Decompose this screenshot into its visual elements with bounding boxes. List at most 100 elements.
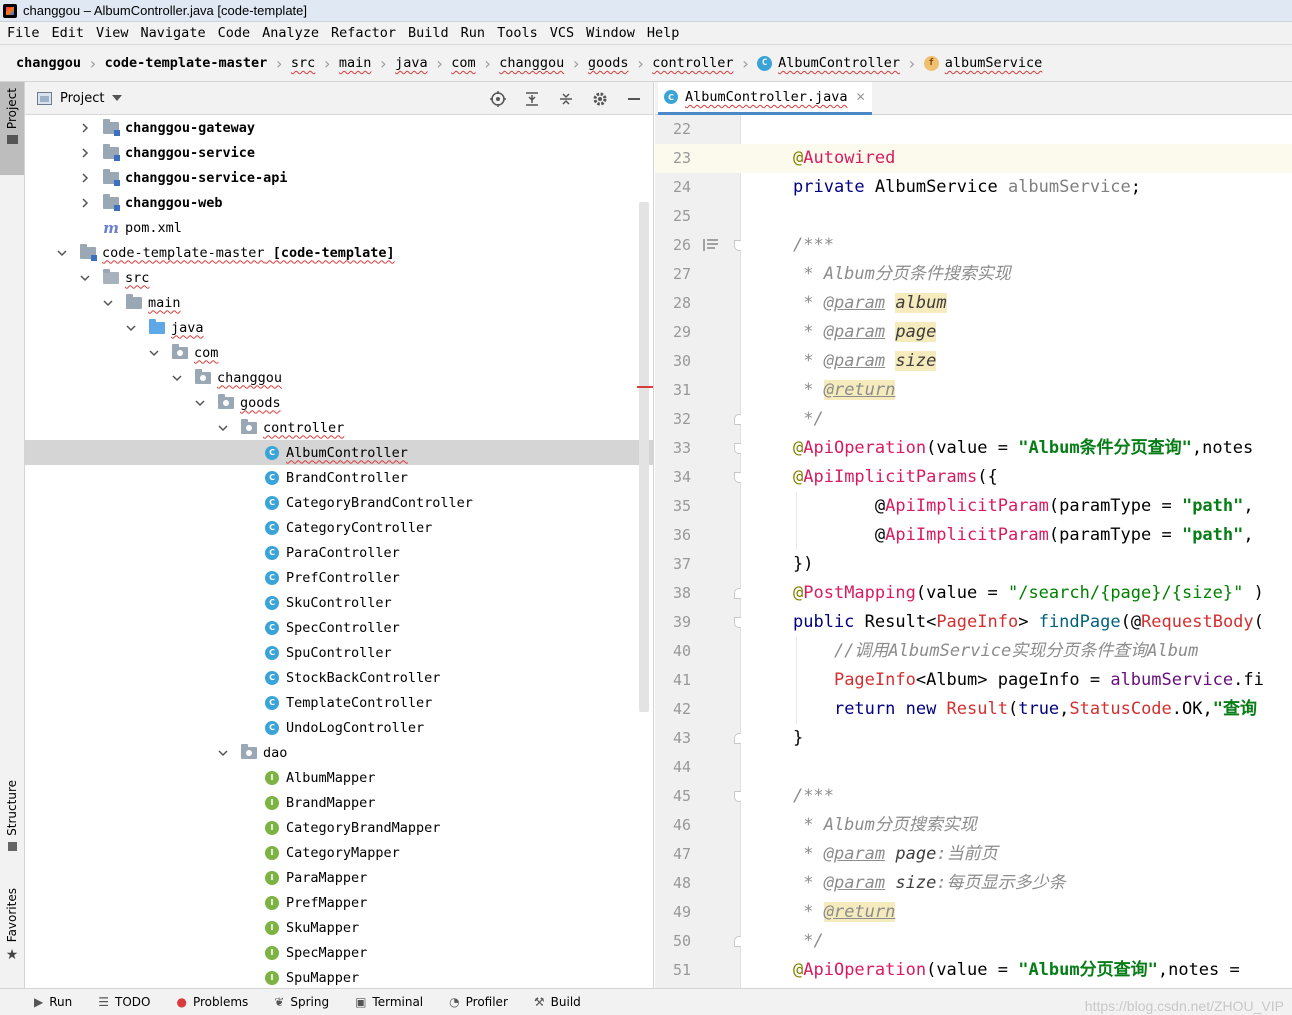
- favorites-tool-tab[interactable]: Favorites ★: [0, 882, 24, 982]
- menu-item-refactor[interactable]: Refactor: [326, 25, 401, 41]
- tool-window-terminal[interactable]: ▣ Terminal: [355, 995, 423, 1009]
- tree-item-skumapper[interactable]: I SkuMapper: [25, 915, 653, 940]
- gear-icon[interactable]: [589, 88, 611, 110]
- tree-item-categorycontroller[interactable]: C CategoryController: [25, 515, 653, 540]
- chevron-down-icon[interactable]: [148, 347, 160, 359]
- menu-item-edit[interactable]: Edit: [47, 25, 90, 41]
- chevron-down-icon[interactable]: [56, 247, 68, 259]
- breadcrumb-item-9[interactable]: C AlbumController ›: [751, 54, 918, 73]
- breadcrumb-item-10[interactable]: f albumService: [918, 55, 1049, 71]
- chevron-down-icon[interactable]: [102, 297, 114, 309]
- tree-item-changgou[interactable]: changgou: [25, 365, 653, 390]
- menu-item-run[interactable]: Run: [456, 25, 490, 41]
- menu-item-code[interactable]: Code: [213, 25, 256, 41]
- menu-item-file[interactable]: File: [2, 25, 45, 41]
- tree-item-goods[interactable]: goods: [25, 390, 653, 415]
- tree-item-specmapper[interactable]: I SpecMapper: [25, 940, 653, 965]
- breadcrumb-item-4[interactable]: java ›: [389, 54, 445, 73]
- editor-tab-albumcontroller[interactable]: C AlbumController.java ✕: [658, 82, 872, 115]
- menu-item-tools[interactable]: Tools: [492, 25, 543, 41]
- code-area[interactable]: @Autowired private AlbumService albumServ…: [741, 115, 1292, 988]
- expand-all-icon[interactable]: [521, 88, 543, 110]
- tree-item-spucontroller[interactable]: C SpuController: [25, 640, 653, 665]
- structure-tool-tab[interactable]: Structure: [0, 774, 24, 869]
- tree-item-templatecontroller[interactable]: C TemplateController: [25, 690, 653, 715]
- chevron-right-icon[interactable]: [79, 197, 91, 209]
- tree-item-brandcontroller[interactable]: C BrandController: [25, 465, 653, 490]
- tree-item-changgou-service[interactable]: changgou-service: [25, 140, 653, 165]
- tool-window-spring[interactable]: ❦ Spring: [274, 995, 329, 1009]
- tool-window-label: Build: [550, 995, 581, 1009]
- chevron-down-icon[interactable]: [171, 372, 183, 384]
- breadcrumb-item-1[interactable]: code-template-master ›: [99, 54, 285, 73]
- tree-item-paramapper[interactable]: I ParaMapper: [25, 865, 653, 890]
- tree-item-java[interactable]: java: [25, 315, 653, 340]
- tree-item-prefcontroller[interactable]: C PrefController: [25, 565, 653, 590]
- collapse-all-icon[interactable]: [555, 88, 577, 110]
- tool-window-build[interactable]: ⚒ Build: [534, 995, 581, 1009]
- chevron-down-icon[interactable]: [217, 422, 229, 434]
- tree-item-categorymapper[interactable]: I CategoryMapper: [25, 840, 653, 865]
- menu-item-help[interactable]: Help: [642, 25, 685, 41]
- tree-item-com[interactable]: com: [25, 340, 653, 365]
- chevron-right-icon[interactable]: [79, 122, 91, 134]
- minimize-icon[interactable]: [623, 88, 645, 110]
- tree-item-albumcontroller[interactable]: C AlbumController: [25, 440, 653, 465]
- breadcrumb-item-6[interactable]: changgou ›: [493, 54, 582, 73]
- tree-item-code-template-master[interactable]: code-template-master [code-template]: [25, 240, 653, 265]
- close-tab-icon[interactable]: ✕: [856, 90, 866, 104]
- project-view-selector[interactable]: Project: [60, 91, 104, 106]
- tree-item-changgou-web[interactable]: changgou-web: [25, 190, 653, 215]
- chevron-down-icon[interactable]: [79, 272, 91, 284]
- chevron-down-icon[interactable]: [217, 747, 229, 759]
- tool-window-profiler[interactable]: ◔ Profiler: [449, 995, 508, 1009]
- menu-item-analyze[interactable]: Analyze: [257, 25, 324, 41]
- breadcrumb-item-2[interactable]: src ›: [285, 54, 333, 73]
- tree-item-categorybrandcontroller[interactable]: C CategoryBrandController: [25, 490, 653, 515]
- tree-item-categorybrandmapper[interactable]: I CategoryBrandMapper: [25, 815, 653, 840]
- class-icon: C: [265, 620, 279, 635]
- tree-item-stockbackcontroller[interactable]: C StockBackController: [25, 665, 653, 690]
- interface-icon: I: [265, 820, 279, 835]
- tree-item-paracontroller[interactable]: C ParaController: [25, 540, 653, 565]
- breadcrumb-item-3[interactable]: main ›: [333, 54, 389, 73]
- tree-item-controller[interactable]: controller: [25, 415, 653, 440]
- locate-icon[interactable]: [487, 88, 509, 110]
- tree-item-prefmapper[interactable]: I PrefMapper: [25, 890, 653, 915]
- chevron-down-icon[interactable]: [125, 322, 137, 334]
- tree-item-dao[interactable]: dao: [25, 740, 653, 765]
- chevron-right-icon[interactable]: [79, 172, 91, 184]
- chevron-right-icon: ›: [434, 53, 445, 73]
- tool-window-todo[interactable]: ☰ TODO: [98, 995, 150, 1009]
- tree-item-skucontroller[interactable]: C SkuController: [25, 590, 653, 615]
- tree-item-changgou-service-api[interactable]: changgou-service-api: [25, 165, 653, 190]
- project-tool-tab[interactable]: Project: [0, 82, 24, 175]
- tree-item-src[interactable]: src: [25, 265, 653, 290]
- rendered-doc-icon[interactable]: [703, 238, 719, 256]
- breadcrumb-item-7[interactable]: goods ›: [582, 54, 646, 73]
- breadcrumb-item-0[interactable]: changgou ›: [10, 54, 99, 73]
- project-tree-scrollbar[interactable]: [639, 202, 649, 712]
- tree-item-speccontroller[interactable]: C SpecController: [25, 615, 653, 640]
- chevron-right-icon[interactable]: [79, 147, 91, 159]
- tree-item-pom.xml[interactable]: m pom.xml: [25, 215, 653, 240]
- tree-item-changgou-gateway[interactable]: changgou-gateway: [25, 115, 653, 140]
- menu-item-navigate[interactable]: Navigate: [136, 25, 211, 41]
- menu-item-vcs[interactable]: VCS: [545, 25, 579, 41]
- breadcrumb-item-5[interactable]: com ›: [445, 54, 493, 73]
- tool-window-run[interactable]: ▶ Run: [34, 995, 72, 1009]
- menu-item-view[interactable]: View: [91, 25, 134, 41]
- tree-item-spumapper[interactable]: I SpuMapper: [25, 965, 653, 988]
- chevron-down-icon[interactable]: [112, 95, 123, 101]
- tool-window-problems[interactable]: ● Problems: [176, 995, 248, 1009]
- menu-item-build[interactable]: Build: [403, 25, 454, 41]
- breadcrumb-item-8[interactable]: controller ›: [646, 54, 751, 73]
- tree-item-albummapper[interactable]: I AlbumMapper: [25, 765, 653, 790]
- tree-item-brandmapper[interactable]: I BrandMapper: [25, 790, 653, 815]
- tree-item-undologcontroller[interactable]: C UndoLogController: [25, 715, 653, 740]
- chevron-down-icon[interactable]: [194, 397, 206, 409]
- folder-icon: [103, 268, 119, 284]
- menu-item-window[interactable]: Window: [581, 25, 640, 41]
- tree-item-main[interactable]: main: [25, 290, 653, 315]
- module-icon: [103, 193, 120, 211]
